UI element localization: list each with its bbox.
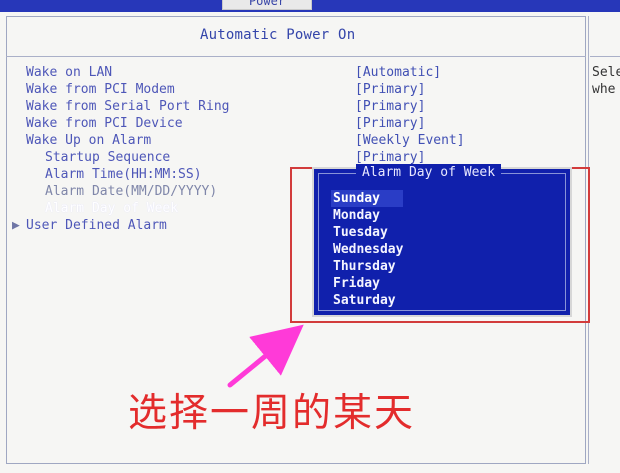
settings-values: [Automatic] [Primary] [Primary] [Primary… [355,64,525,166]
menu-item-wake-from-pci-device[interactable]: Wake from PCI Device [26,115,326,132]
help-header-divider [590,56,620,57]
day-option-monday[interactable]: Monday [333,207,403,224]
menu-item-user-defined-alarm[interactable]: ▶ User Defined Alarm [12,217,326,234]
day-option-tuesday[interactable]: Tuesday [333,224,403,241]
menu-item-wake-on-lan[interactable]: Wake on LAN [26,64,326,81]
help-line-1: Sele [592,65,620,80]
popup-title: Alarm Day of Week [356,164,502,182]
value-wake-on-lan[interactable]: [Automatic] [355,64,525,81]
help-line-2: whe [592,82,616,97]
menu-item-alarm-date[interactable]: Alarm Date(MM/DD/YYYY) [26,183,326,200]
value-wake-up-on-alarm[interactable]: [Weekly Event] [355,132,525,149]
menu-item-startup-sequence[interactable]: Startup Sequence [26,149,326,166]
value-wake-from-pci-modem[interactable]: [Primary] [355,81,525,98]
day-option-friday[interactable]: Friday [333,275,403,292]
panel-header-divider [6,56,586,57]
page-title: Automatic Power On [200,27,356,43]
day-option-thursday[interactable]: Thursday [333,258,403,275]
settings-list: Wake on LAN Wake from PCI Modem Wake fro… [12,64,326,234]
alarm-day-of-week-popup: Alarm Day of Week Sunday Monday Tuesday … [312,164,572,317]
menu-item-alarm-time[interactable]: Alarm Time(HH:MM:SS) [26,166,326,183]
menu-item-wake-up-on-alarm[interactable]: Wake Up on Alarm [26,132,326,149]
day-option-wednesday[interactable]: Wednesday [333,241,403,258]
day-options-list: Sunday Monday Tuesday Wednesday Thursday… [331,190,404,309]
menu-item-alarm-day-of-week[interactable]: Alarm Day of Week [26,200,326,217]
value-wake-from-pci-device[interactable]: [Primary] [355,115,525,132]
menu-item-wake-from-serial-port-ring[interactable]: Wake from Serial Port Ring [26,98,326,115]
day-option-sunday[interactable]: Sunday [331,190,404,207]
tab-power[interactable]: Power [222,0,312,10]
user-defined-alarm-label: User Defined Alarm [26,218,167,233]
value-wake-from-serial-port-ring[interactable]: [Primary] [355,98,525,115]
popup-frame: Alarm Day of Week Sunday Monday Tuesday … [318,164,566,311]
day-option-saturday[interactable]: Saturday [333,292,403,309]
menu-item-wake-from-pci-modem[interactable]: Wake from PCI Modem [26,81,326,98]
help-text: Sele whe [592,64,620,98]
submenu-arrow-icon: ▶ [12,218,20,233]
annotation-caption: 选择一周的某天 [128,391,416,436]
